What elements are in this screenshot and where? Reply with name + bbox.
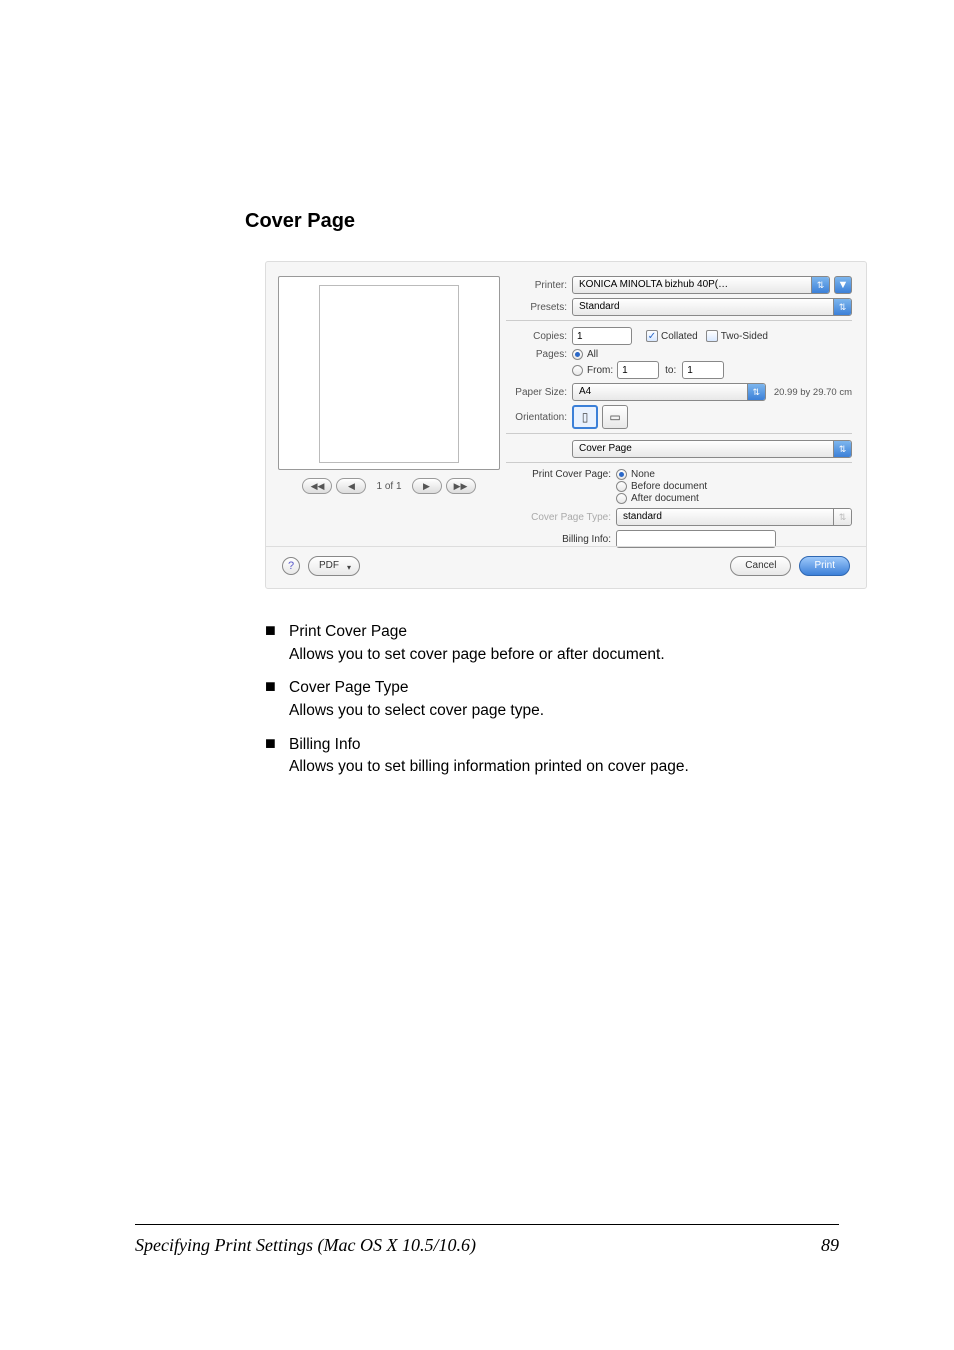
nav-prev-button[interactable]: ◀ xyxy=(336,478,366,494)
papersize-dims: 20.99 by 29.70 cm xyxy=(774,387,852,398)
printer-select-value: KONICA MINOLTA bizhub 40P(… xyxy=(579,279,728,290)
pages-from-radio[interactable] xyxy=(572,365,583,376)
orientation-landscape-button[interactable]: ▭ xyxy=(602,405,628,429)
chevron-up-down-icon: ⇅ xyxy=(833,441,851,457)
chevron-up-down-icon: ⇅ xyxy=(811,277,829,293)
desc-body-0: Allows you to set cover page before or a… xyxy=(289,644,665,666)
twosided-checkbox[interactable]: ✓ xyxy=(706,330,718,342)
pages-all-label: All xyxy=(587,349,598,360)
printer-select[interactable]: KONICA MINOLTA bizhub 40P(… ⇅ xyxy=(572,276,830,294)
pcp-none-radio[interactable] xyxy=(616,469,627,480)
pages-from-input[interactable] xyxy=(617,361,659,379)
portrait-icon: ▯ xyxy=(582,410,589,424)
chevron-up-down-icon: ⇅ xyxy=(833,299,851,315)
presets-select-value: Standard xyxy=(579,301,620,312)
pages-label: Pages: xyxy=(506,349,572,360)
orientation-portrait-button[interactable]: ▯ xyxy=(572,405,598,429)
pages-to-label: to: xyxy=(665,365,676,376)
billing-info-label: Billing Info: xyxy=(506,534,616,545)
desc-title-0: Print Cover Page xyxy=(289,621,665,643)
options-section-value: Cover Page xyxy=(579,443,632,454)
page-number: 89 xyxy=(821,1235,839,1256)
papersize-label: Paper Size: xyxy=(506,387,572,398)
print-cover-page-label: Print Cover Page: xyxy=(506,469,616,480)
options-section-select[interactable]: Cover Page ⇅ xyxy=(572,440,852,458)
cover-page-type-label: Cover Page Type: xyxy=(506,512,616,523)
pcp-after-label: After document xyxy=(631,493,699,504)
pcp-before-label: Before document xyxy=(631,481,707,492)
print-dialog: ◀◀ ◀ 1 of 1 ▶ ▶▶ Printer: KONICA MINOLTA… xyxy=(265,261,867,589)
print-preview xyxy=(278,276,500,470)
nav-first-button[interactable]: ◀◀ xyxy=(302,478,332,494)
help-button[interactable]: ? xyxy=(282,557,300,575)
copies-input[interactable] xyxy=(572,327,632,345)
collated-label: Collated xyxy=(661,331,698,342)
section-heading: Cover Page xyxy=(245,210,839,233)
presets-select[interactable]: Standard ⇅ xyxy=(572,298,852,316)
desc-title-2: Billing Info xyxy=(289,734,689,756)
copies-label: Copies: xyxy=(506,331,572,342)
page-indicator: 1 of 1 xyxy=(370,481,407,492)
pages-from-label: From: xyxy=(587,365,613,376)
preview-nav: ◀◀ ◀ 1 of 1 ▶ ▶▶ xyxy=(278,478,500,494)
landscape-icon: ▭ xyxy=(609,410,620,424)
nav-last-button[interactable]: ▶▶ xyxy=(446,478,476,494)
pcp-before-radio[interactable] xyxy=(616,481,627,492)
description-list: ■ Print Cover Page Allows you to set cov… xyxy=(265,621,839,778)
pages-all-radio[interactable] xyxy=(572,349,583,360)
cancel-button[interactable]: Cancel xyxy=(730,556,791,576)
pcp-after-radio[interactable] xyxy=(616,493,627,504)
bullet-icon: ■ xyxy=(265,677,289,721)
cover-page-type-select: standard ⇅ xyxy=(616,508,852,526)
bullet-icon: ■ xyxy=(265,621,289,665)
printer-label: Printer: xyxy=(506,280,572,291)
desc-body-2: Allows you to set billing information pr… xyxy=(289,756,689,778)
bullet-icon: ■ xyxy=(265,734,289,778)
desc-title-1: Cover Page Type xyxy=(289,677,544,699)
printer-info-button[interactable]: ▼ xyxy=(834,276,852,294)
print-button[interactable]: Print xyxy=(799,556,850,576)
nav-next-button[interactable]: ▶ xyxy=(412,478,442,494)
footer-title: Specifying Print Settings (Mac OS X 10.5… xyxy=(135,1235,476,1256)
presets-label: Presets: xyxy=(506,302,572,313)
pdf-menu-button[interactable]: PDF xyxy=(308,556,360,576)
cover-page-type-value: standard xyxy=(623,511,662,522)
collated-checkbox[interactable]: ✓ xyxy=(646,330,658,342)
chevron-up-down-icon: ⇅ xyxy=(833,509,851,525)
papersize-value: A4 xyxy=(579,386,591,397)
desc-body-1: Allows you to select cover page type. xyxy=(289,700,544,722)
orientation-label: Orientation: xyxy=(506,412,572,423)
papersize-select[interactable]: A4 ⇅ xyxy=(572,383,766,401)
chevron-up-down-icon: ⇅ xyxy=(747,384,765,400)
pages-to-input[interactable] xyxy=(682,361,724,379)
pcp-none-label: None xyxy=(631,469,655,480)
twosided-label: Two-Sided xyxy=(721,331,768,342)
